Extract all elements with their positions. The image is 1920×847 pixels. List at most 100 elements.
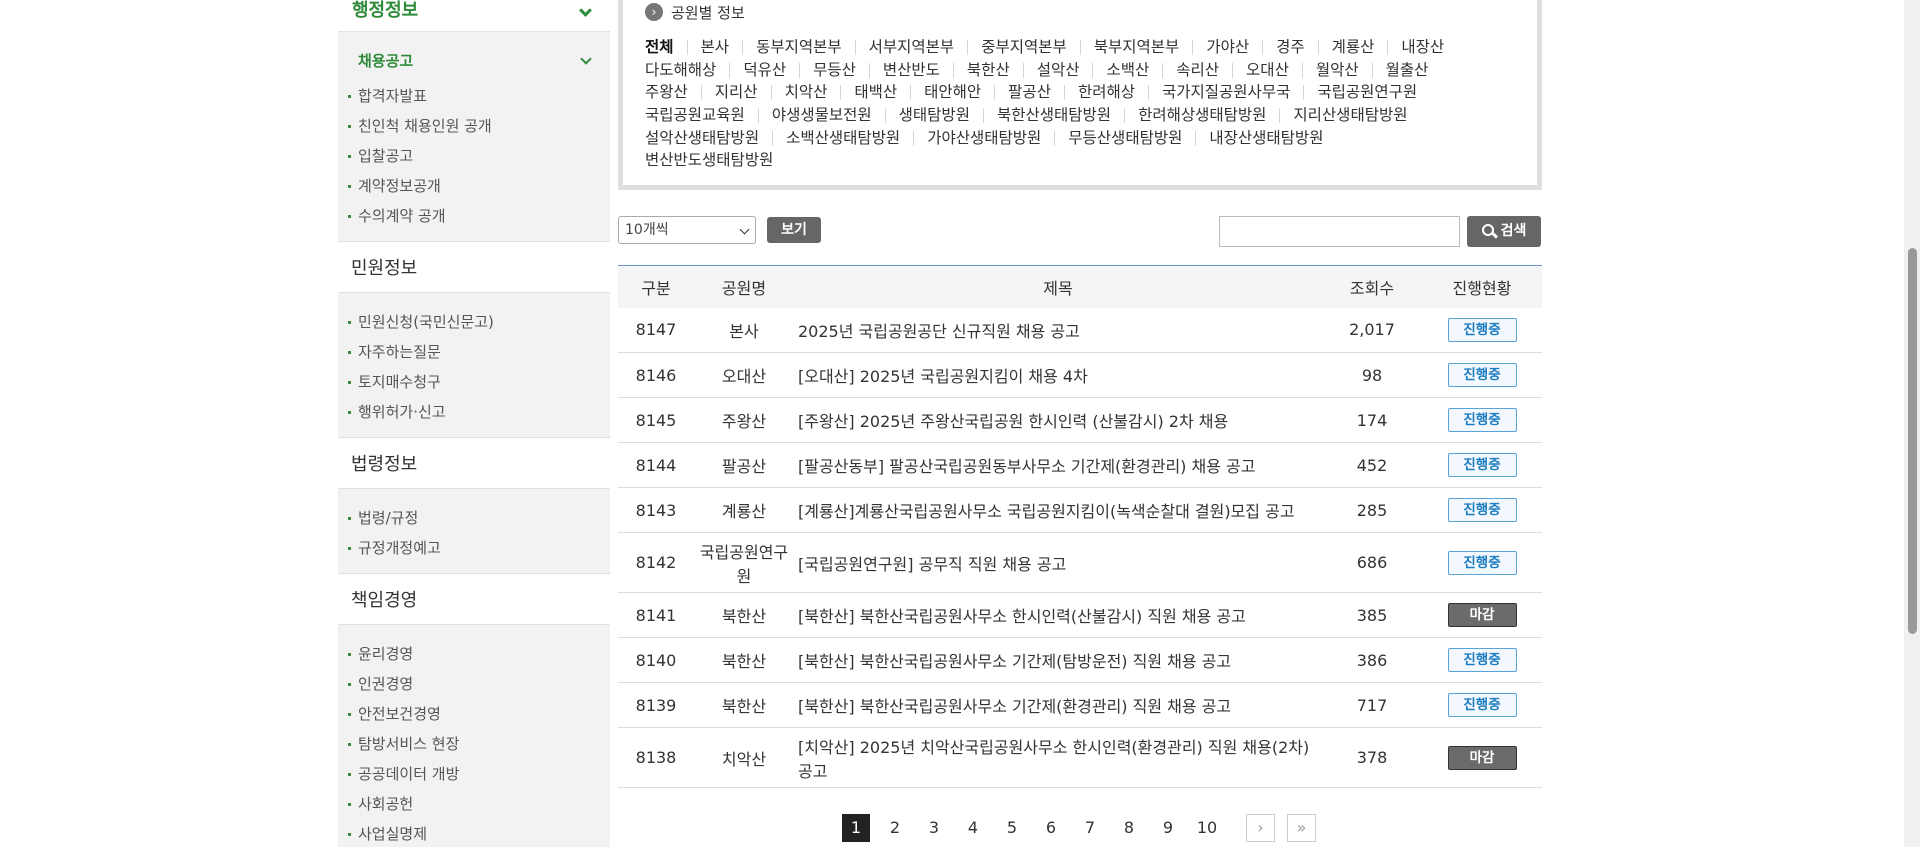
sidebar-item[interactable]: 윤리경영: [338, 639, 610, 669]
cell-title-link[interactable]: [주왕산] 2025년 주왕산국립공원 한시인력 (산불감시) 2차 채용: [794, 397, 1322, 443]
table-row: 8140 북한산 [북한산] 북한산국립공원사무소 기간제(탐방운전) 직원 채용 …: [618, 637, 1542, 683]
sidebar-item[interactable]: 자주하는질문: [338, 337, 610, 367]
sidebar-item[interactable]: 토지매수청구: [338, 367, 610, 397]
sidebar-item[interactable]: 사업실명제: [338, 819, 610, 847]
park-link[interactable]: 북부지역본부: [1079, 39, 1193, 55]
page-link[interactable]: 4: [959, 814, 987, 842]
page-link[interactable]: 7: [1076, 814, 1104, 842]
park-link[interactable]: 소백산: [1092, 62, 1162, 78]
sidebar-item[interactable]: 인권경영: [338, 669, 610, 699]
park-filter-box: › 공원별 정보 전체 본사 동부지역본부 서부지역본부 중부지역본부 북부지역본부 가야산…: [618, 0, 1542, 190]
park-link[interactable]: 한려해상생태탐방원: [1124, 107, 1279, 124]
park-link[interactable]: 치악산: [770, 85, 841, 101]
page-size-select[interactable]: 10개씩: [618, 216, 756, 244]
cell-status: 진행중: [1422, 442, 1542, 488]
park-link[interactable]: 다도해해상: [645, 62, 729, 78]
park-link[interactable]: 속리산: [1162, 62, 1232, 78]
park-link[interactable]: 설악산: [1022, 62, 1093, 78]
park-link[interactable]: 태안해안: [910, 85, 994, 101]
sidebar-subheader-recruit[interactable]: 채용공고: [338, 32, 610, 75]
search-button[interactable]: 검색: [1467, 216, 1541, 247]
cell-no: 8143: [618, 487, 694, 533]
park-link[interactable]: 경주: [1262, 39, 1318, 55]
park-link[interactable]: 설악산생태탐방원: [645, 130, 772, 146]
cell-title-link[interactable]: 2025년 국립공원공단 신규직원 채용 공고: [794, 307, 1322, 353]
park-link[interactable]: 가야산생태탐방원: [913, 130, 1054, 146]
park-link[interactable]: 한려해상: [1063, 85, 1148, 101]
park-link[interactable]: 계룡산: [1317, 39, 1388, 55]
park-link[interactable]: 오대산: [1232, 62, 1302, 78]
park-link[interactable]: 팔공산: [994, 85, 1064, 101]
page-link[interactable]: 1: [842, 814, 870, 842]
park-link[interactable]: 북한산: [952, 62, 1023, 78]
park-link[interactable]: 본사: [686, 39, 743, 55]
next-page-button[interactable]: ›: [1246, 814, 1275, 842]
sidebar-item[interactable]: 친인척 채용인원 공개: [338, 111, 610, 141]
sidebar-item[interactable]: 합격자발표: [338, 81, 610, 111]
park-link[interactable]: 서부지역본부: [854, 39, 968, 55]
sidebar-item[interactable]: 행위허가·신고: [338, 397, 610, 427]
park-link[interactable]: 국립공원교육원: [645, 107, 758, 123]
sidebar-item[interactable]: 법령/규정: [338, 503, 610, 533]
cell-title-link[interactable]: [북한산] 북한산국립공원사무소 기간제(환경관리) 직원 채용 공고: [794, 682, 1322, 728]
park-link[interactable]: 변산반도생태탐방원: [645, 153, 786, 169]
park-link[interactable]: 덕유산: [729, 62, 799, 78]
sidebar-item[interactable]: 민원신청(국민신문고): [338, 307, 610, 337]
park-link[interactable]: 국립공원연구원: [1303, 85, 1430, 101]
sidebar-item[interactable]: 규정개정예고: [338, 533, 610, 563]
view-button[interactable]: 보기: [767, 217, 821, 243]
cell-title-link[interactable]: [북한산] 북한산국립공원사무소 기간제(탐방운전) 직원 채용 공고: [794, 637, 1322, 683]
cell-title-link[interactable]: [팔공산동부] 팔공산국립공원동부사무소 기간제(환경관리) 채용 공고: [794, 442, 1322, 488]
park-link[interactable]: 월출산: [1371, 62, 1442, 78]
park-link[interactable]: 북한산생태탐방원: [982, 107, 1124, 124]
sidebar-section-management[interactable]: 책임경영: [338, 573, 610, 625]
sidebar-item[interactable]: 탐방서비스 현장: [338, 729, 610, 759]
page-link[interactable]: 2: [881, 814, 909, 842]
cell-title-link[interactable]: [계룡산]계룡산국립공원사무소 국립공원지킴이(녹색순찰대 결원)모집 공고: [794, 487, 1322, 533]
page-link[interactable]: 6: [1037, 814, 1065, 842]
page-link[interactable]: 10: [1193, 814, 1221, 842]
sidebar-item[interactable]: 안전보건경영: [338, 699, 610, 729]
sidebar-item[interactable]: 입찰공고: [338, 141, 610, 171]
page-link[interactable]: 9: [1154, 814, 1182, 842]
last-page-button[interactable]: »: [1287, 814, 1316, 842]
sidebar-header-admin-info[interactable]: 행정정보: [338, 0, 610, 32]
park-link[interactable]: 국가지질공원사무국: [1148, 85, 1303, 101]
park-link[interactable]: 중부지역본부: [967, 39, 1080, 55]
park-link[interactable]: 소백산생태탐방원: [772, 130, 913, 146]
park-link[interactable]: 가야산: [1192, 39, 1262, 55]
page-link[interactable]: 5: [998, 814, 1026, 842]
scrollbar[interactable]: [1904, 0, 1920, 847]
cell-views: 98: [1322, 352, 1422, 398]
sidebar-section-law[interactable]: 법령정보: [338, 437, 610, 489]
park-link[interactable]: 지리산: [700, 85, 771, 101]
cell-title-link[interactable]: [국립공원연구원] 공무직 직원 채용 공고: [794, 532, 1322, 593]
park-link[interactable]: 야생생물보전원: [757, 107, 885, 124]
park-link[interactable]: 주왕산: [645, 85, 701, 101]
sidebar-item[interactable]: 사회공헌: [338, 789, 610, 819]
page-link[interactable]: 3: [920, 814, 948, 842]
cell-title-link[interactable]: [오대산] 2025년 국립공원지킴이 채용 4차: [794, 352, 1322, 398]
park-link[interactable]: 무등산: [799, 62, 869, 78]
search-input[interactable]: [1219, 216, 1460, 247]
park-link[interactable]: 월악산: [1301, 62, 1372, 78]
park-link-all[interactable]: 전체: [645, 39, 687, 55]
scrollbar-thumb[interactable]: [1908, 248, 1917, 634]
park-link[interactable]: 태백산: [840, 85, 910, 101]
sidebar-item[interactable]: 공공데이터 개방: [338, 759, 610, 789]
page-link[interactable]: 8: [1115, 814, 1143, 842]
sidebar-item[interactable]: 계약정보공개: [338, 171, 610, 201]
cell-title-link[interactable]: [북한산] 북한산국립공원사무소 한시인력(산불감시) 직원 채용 공고: [794, 592, 1322, 638]
park-link[interactable]: 내장산: [1387, 39, 1457, 55]
sidebar-section-civil[interactable]: 민원정보: [338, 241, 610, 293]
park-link[interactable]: 동부지역본부: [742, 39, 855, 55]
col-header-status: 진행현황: [1452, 278, 1512, 298]
cell-park: 북한산: [694, 592, 794, 638]
cell-title-link[interactable]: [치악산] 2025년 치악산국립공원사무소 한시인력(환경관리) 직원 채용(…: [794, 727, 1322, 788]
sidebar-item[interactable]: 수의계약 공개: [338, 201, 610, 231]
park-link[interactable]: 변산반도: [868, 62, 953, 78]
park-link[interactable]: 지리산생태탐방원: [1279, 107, 1420, 124]
park-link[interactable]: 생태탐방원: [884, 107, 983, 124]
park-link[interactable]: 내장산생태탐방원: [1195, 130, 1336, 146]
park-link[interactable]: 무등산생태탐방원: [1054, 130, 1195, 146]
